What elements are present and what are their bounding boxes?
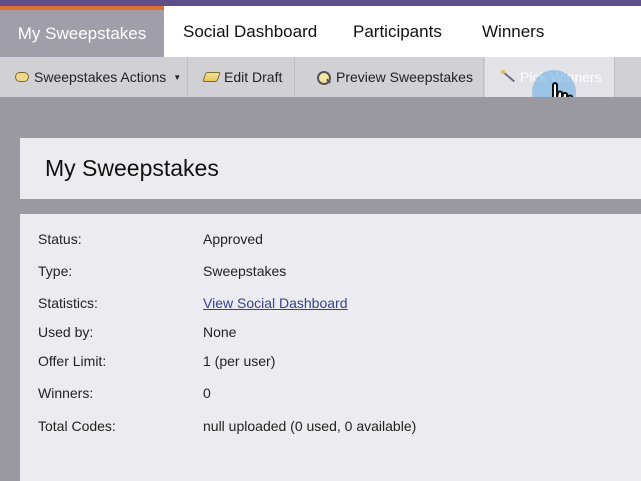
- content-area: My Sweepstakes Status: Approved Type: Sw…: [0, 97, 641, 481]
- magnifier-icon: [316, 70, 331, 85]
- magic-wand-icon: [501, 70, 515, 84]
- detail-label: Type:: [38, 263, 73, 279]
- detail-label: Offer Limit:: [38, 353, 107, 369]
- actions-label: Sweepstakes Actions: [34, 69, 167, 85]
- page-title: My Sweepstakes: [45, 155, 219, 181]
- detail-value: Approved: [203, 231, 263, 247]
- detail-label: Used by:: [38, 324, 94, 340]
- detail-label: Winners:: [38, 385, 94, 401]
- detail-row-statistics: Statistics: View Social Dashboard: [38, 295, 638, 315]
- detail-label: Status:: [38, 231, 82, 247]
- preview-sweepstakes-button[interactable]: Preview Sweepstakes: [296, 57, 484, 97]
- page-header-card: My Sweepstakes: [20, 138, 641, 199]
- primary-tabs: My Sweepstakes Social Dashboard Particip…: [0, 6, 641, 57]
- tab-label: Winners: [482, 21, 545, 41]
- detail-row-type: Type: Sweepstakes: [38, 263, 638, 283]
- detail-row-total-codes: Total Codes: null uploaded (0 used, 0 av…: [38, 418, 638, 438]
- edit-label: Edit Draft: [224, 69, 283, 85]
- tab-label: Social Dashboard: [183, 21, 318, 41]
- detail-row-status: Status: Approved: [38, 231, 638, 251]
- detail-label: Statistics:: [38, 295, 98, 311]
- detail-value: 1 (per user): [203, 353, 276, 369]
- details-card: Status: Approved Type: Sweepstakes Stati…: [20, 214, 641, 481]
- detail-value: 0: [203, 385, 211, 401]
- detail-value: Sweepstakes: [203, 263, 287, 279]
- tab-label: Participants: [353, 21, 442, 41]
- detail-row-used-by: Used by: None: [38, 324, 638, 344]
- detail-label: Total Codes:: [38, 418, 116, 434]
- detail-row-offer-limit: Offer Limit: 1 (per user): [38, 353, 638, 373]
- edit-draft-button[interactable]: Edit Draft: [189, 57, 295, 97]
- pencil-icon: [202, 72, 221, 82]
- tab-label: My Sweepstakes: [17, 23, 147, 43]
- detail-row-winners: Winners: 0: [38, 385, 638, 405]
- tab-social-dashboard[interactable]: Social Dashboard: [183, 6, 317, 57]
- cloud-icon: [15, 72, 29, 82]
- preview-label: Preview Sweepstakes: [336, 69, 473, 85]
- tab-my-sweepstakes[interactable]: My Sweepstakes: [0, 6, 164, 57]
- detail-value: None: [203, 324, 237, 340]
- tab-winners[interactable]: Winners: [482, 6, 544, 57]
- detail-value: null uploaded (0 used, 0 available): [203, 418, 417, 434]
- tab-participants[interactable]: Participants: [353, 6, 442, 57]
- view-social-dashboard-link[interactable]: View Social Dashboard: [203, 295, 348, 311]
- sweepstakes-actions-dropdown[interactable]: Sweepstakes Actions ▼: [0, 57, 188, 97]
- caret-down-icon: ▼: [173, 72, 182, 82]
